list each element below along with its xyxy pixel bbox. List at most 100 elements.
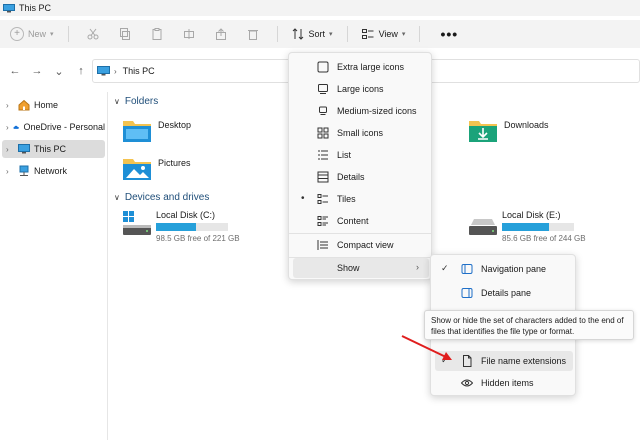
chevron-right-icon[interactable]: › — [6, 123, 11, 132]
menu-item-label: Tiles — [337, 194, 356, 204]
drive-local-disk-e[interactable]: Local Disk (E:) 85.6 GB free of 244 GB — [468, 210, 618, 246]
chevron-down-icon: ∨ — [114, 193, 120, 202]
menu-item-content[interactable]: Content — [293, 211, 429, 231]
menu-item-list[interactable]: List — [293, 145, 429, 165]
forward-arrow-icon[interactable]: → — [26, 60, 48, 82]
annotation-arrow — [401, 335, 452, 360]
chevron-right-icon: › — [114, 66, 117, 76]
menu-item-tiles[interactable]: • Tiles — [293, 189, 429, 209]
back-arrow-icon[interactable]: ← — [4, 60, 26, 82]
show-item-label: File name extensions — [481, 356, 567, 366]
show-item-label: Details pane — [481, 288, 532, 298]
drive-name: Local Disk (E:) — [502, 210, 561, 220]
title-bar: This PC — [0, 0, 640, 16]
compact-view-icon — [317, 240, 328, 250]
menu-item-label: Extra large icons — [337, 62, 405, 72]
scissors-icon — [87, 28, 99, 40]
show-item-hidden-items[interactable]: Hidden items — [435, 373, 573, 393]
folder-desktop[interactable]: Desktop — [122, 118, 191, 144]
view-button[interactable]: View ▾ — [361, 28, 405, 40]
drive-usage-bar — [156, 223, 228, 231]
menu-item-show[interactable]: Show › — [293, 258, 429, 278]
menu-item-extra-large-icons[interactable]: Extra large icons — [293, 57, 429, 77]
toolbar-divider — [276, 26, 278, 42]
share-button[interactable] — [213, 26, 229, 42]
eye-icon — [461, 379, 473, 387]
menu-item-details[interactable]: Details — [293, 167, 429, 187]
command-bar: + New ▾ Sort ▾ View ▾ ••• — [0, 20, 640, 48]
folder-label: Pictures — [158, 158, 191, 168]
sidebar-item-label: OneDrive - Personal — [23, 122, 105, 132]
chevron-right-icon: › — [416, 262, 419, 272]
show-item-details-pane[interactable]: Details pane — [435, 283, 573, 303]
sidebar-item-home[interactable]: › Home — [2, 96, 105, 114]
up-arrow-icon[interactable]: ↑ — [70, 60, 92, 82]
network-icon — [19, 165, 29, 176]
sidebar-item-this-pc[interactable]: › This PC — [2, 140, 105, 158]
selected-bullet-icon: • — [301, 193, 305, 204]
window-title: This PC — [19, 3, 52, 13]
drive-local-disk-c[interactable]: Local Disk (C:) 98.5 GB free of 221 GB — [122, 210, 272, 246]
menu-item-label: Show — [337, 263, 360, 273]
menu-item-label: Large icons — [337, 84, 384, 94]
chevron-right-icon[interactable]: › — [6, 145, 16, 154]
trash-icon — [247, 30, 258, 40]
menu-item-medium-icons[interactable]: Medium-sized icons — [293, 101, 429, 121]
show-item-label: Hidden items — [481, 378, 534, 388]
recent-chevron-icon[interactable]: ⌄ — [48, 60, 70, 82]
sort-label: Sort — [308, 29, 326, 39]
sort-button[interactable]: Sort ▾ — [292, 28, 333, 40]
rename-icon — [183, 29, 194, 39]
show-item-navigation-pane[interactable]: ✓ Navigation pane — [435, 259, 573, 279]
menu-item-small-icons[interactable]: Small icons — [293, 123, 429, 143]
copy-icon — [119, 28, 130, 40]
sidebar-item-onedrive[interactable]: › OneDrive - Personal — [2, 118, 105, 136]
details-icon — [317, 171, 329, 183]
toolbar-divider — [67, 26, 69, 42]
pictures-folder-icon — [123, 159, 151, 180]
sidebar-item-label: This PC — [34, 144, 67, 154]
sidebar-item-network[interactable]: › Network — [2, 162, 105, 180]
view-label: View — [378, 29, 398, 39]
chevron-right-icon[interactable]: › — [6, 101, 16, 110]
menu-separator — [289, 233, 431, 234]
rename-button[interactable] — [181, 26, 197, 42]
menu-item-label: Content — [337, 216, 369, 226]
this-pc-icon — [18, 144, 30, 154]
file-icon — [463, 355, 472, 367]
menu-item-label: Details — [337, 172, 365, 182]
clipboard-icon — [152, 28, 162, 40]
show-item-label: Navigation pane — [481, 264, 547, 274]
new-button[interactable]: + New ▾ — [10, 27, 54, 41]
delete-button[interactable] — [245, 26, 261, 42]
chevron-right-icon[interactable]: › — [6, 167, 16, 176]
chevron-down-icon: ▾ — [329, 31, 333, 38]
desktop-folder-icon — [123, 121, 151, 142]
toolbar-divider — [419, 26, 421, 42]
folders-group-header[interactable]: ∨ Folders — [114, 96, 158, 107]
extra-large-icons-icon — [317, 61, 329, 73]
view-icon — [361, 29, 374, 39]
folder-downloads[interactable]: Downloads — [468, 118, 549, 144]
navigation-pane: › Home › OneDrive - Personal › This PC ›… — [0, 92, 108, 440]
paste-button[interactable] — [149, 26, 165, 42]
menu-item-label: List — [337, 150, 352, 160]
sort-icon — [292, 28, 303, 40]
chevron-down-icon: ▾ — [50, 31, 54, 38]
more-options-icon[interactable]: ••• — [440, 26, 458, 42]
cloud-icon — [13, 125, 20, 129]
group-header-label: Folders — [124, 96, 159, 107]
menu-item-compact-view[interactable]: Compact view — [293, 235, 429, 255]
group-header-label: Devices and drives — [124, 192, 210, 203]
windows-drive-icon — [123, 211, 151, 235]
navigation-pane-icon — [461, 264, 473, 274]
drive-usage-fill — [502, 223, 549, 231]
address-path: This PC — [122, 66, 155, 76]
menu-item-large-icons[interactable]: Large icons — [293, 79, 429, 99]
drives-group-header[interactable]: ∨ Devices and drives — [114, 192, 209, 203]
copy-button[interactable] — [117, 26, 133, 42]
menu-item-label: Medium-sized icons — [337, 106, 417, 116]
plus-icon: + — [10, 27, 24, 41]
folder-pictures[interactable]: Pictures — [122, 156, 191, 182]
cut-button[interactable] — [85, 26, 101, 42]
